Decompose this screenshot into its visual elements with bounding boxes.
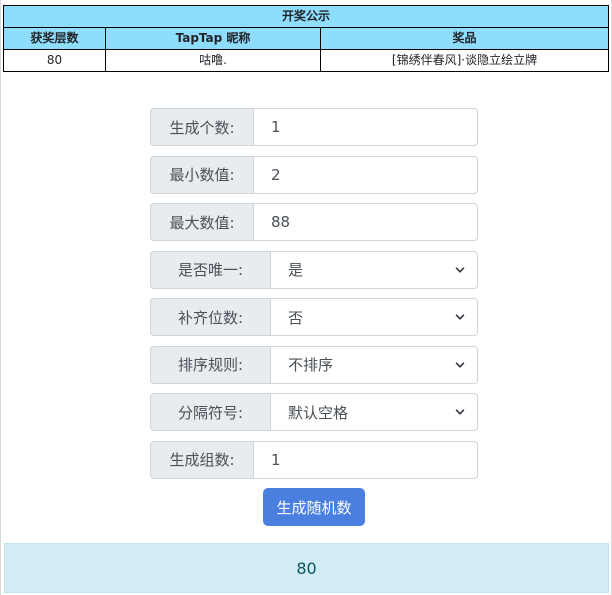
chevron-down-icon [455, 314, 465, 320]
min-group: 最小数值: [150, 155, 478, 194]
count-group: 生成个数: [150, 108, 478, 146]
pad-label: 补齐位数: [150, 298, 270, 336]
chevron-down-icon [455, 361, 465, 368]
sort-select-value: 不排序 [288, 356, 334, 374]
min-label: 最小数值: [150, 155, 253, 194]
pad-select-value: 否 [288, 308, 304, 327]
sort-label: 排序规则: [150, 345, 270, 384]
column-header-floor: 获奖层数 [3, 27, 106, 50]
min-input[interactable] [253, 155, 478, 194]
table-row: 80 咕噜. [锦绣伴春风]·谈隐立绘立牌 [3, 49, 610, 72]
cell-nickname: 咕噜. [105, 49, 321, 72]
announcement-table: 开奖公示 获奖层数 TapTap 昵称 奖品 80 咕噜. [锦绣伴春风]·谈隐… [2, 5, 610, 72]
chevron-down-icon [455, 409, 465, 415]
chevron-down-icon [455, 266, 465, 273]
pad-select[interactable]: 否 [270, 298, 478, 336]
sort-select[interactable]: 不排序 [270, 345, 478, 384]
max-input[interactable] [253, 203, 478, 241]
unique-label: 是否唯一: [150, 250, 270, 289]
result-bar: 80 [4, 543, 609, 593]
random-generator-form: 生成个数: 最小数值: 最大数值: 是否唯一: 是 补齐位数: 否 [150, 108, 478, 526]
pad-group: 补齐位数: 否 [150, 298, 478, 336]
column-header-nickname: TapTap 昵称 [105, 27, 321, 50]
unique-select[interactable]: 是 [270, 250, 478, 289]
page: 开奖公示 获奖层数 TapTap 昵称 奖品 80 咕噜. [锦绣伴春风]·谈隐… [0, 0, 612, 595]
count-label: 生成个数: [150, 108, 253, 146]
groups-label: 生成组数: [150, 440, 253, 479]
column-header-prize: 奖品 [319, 27, 610, 50]
announcement-title: 开奖公示 [2, 5, 610, 28]
unique-select-value: 是 [288, 261, 304, 279]
button-wrap: 生成随机数 [150, 488, 478, 526]
separator-select[interactable]: 默认空格 [270, 393, 478, 431]
separator-select-value: 默认空格 [288, 403, 349, 422]
cell-prize: [锦绣伴春风]·谈隐立绘立牌 [319, 49, 610, 72]
table-header-row: 获奖层数 TapTap 昵称 奖品 [3, 27, 610, 50]
groups-input[interactable] [253, 440, 478, 479]
separator-group: 分隔符号: 默认空格 [150, 393, 478, 431]
max-label: 最大数值: [150, 203, 253, 241]
unique-group: 是否唯一: 是 [150, 250, 478, 289]
count-input[interactable] [253, 108, 478, 146]
cell-floor: 80 [3, 49, 106, 72]
generate-button[interactable]: 生成随机数 [263, 488, 365, 526]
announcement-title-row: 开奖公示 [2, 5, 610, 28]
separator-label: 分隔符号: [150, 393, 270, 431]
max-group: 最大数值: [150, 203, 478, 241]
sort-group: 排序规则: 不排序 [150, 345, 478, 384]
groups-group: 生成组数: [150, 440, 478, 479]
result-value: 80 [296, 558, 317, 578]
